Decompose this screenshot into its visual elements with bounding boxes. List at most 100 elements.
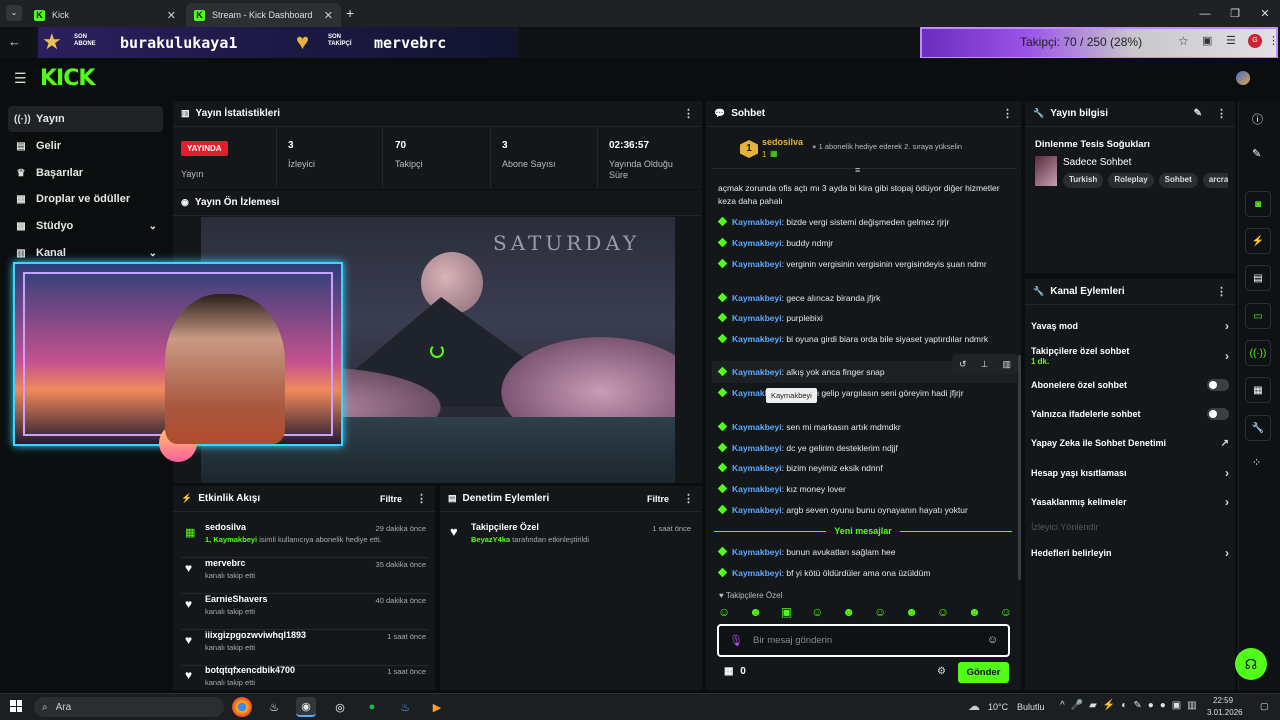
chat-username[interactable]: Kaymakbeyi [732, 484, 782, 494]
filter-button[interactable]: Filtre [380, 494, 402, 504]
sidebar-item-droplar[interactable]: ▦ Droplar ve ödüller [8, 186, 163, 212]
chat-scrollbar[interactable] [1018, 355, 1021, 580]
chat-input-box[interactable]: 🎙 Bir mesaj gönderin ☺ [717, 624, 1010, 657]
extension-icon[interactable]: ▣ [1202, 34, 1212, 47]
chat-username[interactable]: Kaymakbeyi [732, 463, 782, 473]
sidebar-item-gelir[interactable]: ▤ Gelir [8, 133, 163, 159]
chat-username[interactable]: Kaymakbeyi [732, 217, 782, 227]
action-banned-words[interactable]: Yasaklanmış kelimeler › [1031, 492, 1229, 512]
action-set-goals[interactable]: Hedefleri belirleyin › [1031, 543, 1229, 563]
rail-document-icon[interactable]: ▤ [1245, 265, 1271, 291]
sidebar-item-yayin[interactable]: ((·)) Yayın [8, 106, 163, 132]
tag-chip[interactable]: arcra [1202, 173, 1228, 188]
emote-icon[interactable]: ☻ [749, 605, 762, 621]
clock-date[interactable]: 3.01.2026 [1207, 708, 1243, 717]
chat-username[interactable]: Kaymakbeyi [732, 568, 782, 578]
undo-icon[interactable]: ↺ [959, 359, 967, 370]
chat-username[interactable]: Kaymakbeyi [732, 293, 782, 303]
activity-sub-user[interactable]: 1, Kaymakbeyi [205, 535, 257, 544]
action-slow-mode[interactable]: Yavaş mod › [1031, 316, 1229, 336]
tag-chip[interactable]: Sohbet [1158, 173, 1198, 188]
more-menu-icon[interactable]: ⋮ [416, 492, 427, 505]
chat-username[interactable]: Kaymakbeyi [732, 334, 782, 344]
chat-username[interactable]: Kaymakbeyi [732, 367, 782, 377]
emote-icon[interactable]: ☺ [811, 605, 823, 621]
tab-dashboard[interactable]: K Stream - Kick Dashboard ✕ [186, 3, 341, 27]
chat-settings-icon[interactable]: ⚙ [937, 666, 946, 677]
emote-icon[interactable]: ☺ [874, 605, 886, 621]
steam2-icon[interactable]: ♨ [395, 697, 415, 717]
subs-only-toggle[interactable] [1207, 379, 1229, 391]
rail-apps-icon[interactable]: ⁘ [1252, 456, 1261, 469]
chat-username[interactable]: Kaymakbeyi [732, 443, 782, 453]
menu-icon[interactable]: ☰ [14, 70, 27, 87]
edit-icon[interactable]: ✎ [1194, 108, 1202, 119]
moderation-user[interactable]: BeyazY4ka [471, 535, 510, 544]
minimize-button[interactable]: — [1190, 4, 1220, 24]
windows-start-icon[interactable] [10, 700, 22, 712]
chat-username[interactable]: Kaymakbeyi [732, 422, 782, 432]
steam-icon[interactable]: ♨ [264, 697, 284, 717]
more-menu-icon[interactable]: ⋮ [683, 107, 694, 120]
rail-broadcast-icon[interactable]: ((·)) [1245, 340, 1271, 366]
emote-icon[interactable]: ▣ [781, 605, 792, 621]
more-menu-icon[interactable]: ⋮ [1002, 107, 1013, 120]
chat-username[interactable]: Kaymakbeyi [732, 259, 782, 269]
pin-icon[interactable]: ⊥ [981, 359, 989, 370]
emote-icon[interactable]: ☻ [968, 605, 981, 621]
app-icon[interactable]: ▶ [427, 697, 447, 717]
tag-chip[interactable]: Roleplay [1108, 173, 1154, 188]
new-tab-button[interactable]: + [346, 5, 354, 21]
emote-icon[interactable]: ☺ [1000, 605, 1012, 621]
support-chat-icon[interactable]: ☊ [1235, 648, 1267, 680]
obs-icon[interactable]: ◎ [330, 697, 350, 717]
action-emotes-only[interactable]: Yalnızca ifadelerle sohbet [1031, 404, 1229, 424]
clock-time[interactable]: 22:59 [1213, 696, 1233, 705]
close-icon[interactable]: ✕ [167, 9, 176, 22]
rail-camera-icon[interactable]: ◙ [1245, 191, 1271, 217]
pencil-icon[interactable]: ✎ [1252, 147, 1261, 160]
action-ai-moderation[interactable]: Yapay Zeka ile Sohbet Denetimi ↗ [1031, 433, 1229, 453]
more-menu-icon[interactable]: ⋮ [683, 492, 694, 505]
notifications-icon[interactable]: ▢ [1260, 701, 1269, 712]
emote-icon[interactable]: ☻ [842, 605, 855, 621]
pinned-user[interactable]: sedosilva [762, 137, 803, 147]
emote-icon[interactable]: ☺ [718, 605, 730, 621]
spotify-icon[interactable]: ● [362, 697, 382, 717]
taskbar-search[interactable]: ⌕ Ara [34, 697, 224, 717]
tray-icons[interactable]: ^🎤▰⚡◐✎●●▣▥ [1060, 700, 1203, 711]
send-button[interactable]: Gönder [958, 662, 1009, 683]
rail-layout-icon[interactable]: ▦ [1245, 377, 1271, 403]
points-display[interactable]: ▦ 0 [724, 666, 746, 677]
chat-username[interactable]: Kaymakbeyi [732, 505, 782, 515]
chat-username[interactable]: Kaymakbeyi [732, 547, 782, 557]
microphone-icon[interactable]: 🎙 [729, 634, 743, 647]
action-subs-only[interactable]: Abonelere özel sohbet [1031, 375, 1229, 395]
action-followers-only[interactable]: Takipçilere özel sohbet 1 dk. › [1031, 344, 1229, 368]
maximize-button[interactable]: ❐ [1220, 4, 1250, 24]
close-window-button[interactable]: ✕ [1250, 4, 1280, 24]
profile-icon[interactable]: G [1248, 34, 1262, 48]
weather-temp[interactable]: 10°C [988, 702, 1008, 712]
playlist-icon[interactable]: ☰ [1226, 34, 1236, 47]
kick-logo[interactable]: KICK [40, 66, 95, 91]
user-avatar[interactable] [1236, 71, 1250, 85]
chrome-icon[interactable] [232, 697, 252, 717]
action-account-age[interactable]: Hesap yaşı kısıtlaması › [1031, 463, 1229, 483]
emotes-only-toggle[interactable] [1207, 408, 1229, 420]
star-outline-icon[interactable]: ☆ [1178, 34, 1189, 48]
filter-button[interactable]: Filtre [647, 494, 669, 504]
more-menu-icon[interactable]: ⋮ [1216, 285, 1227, 298]
category-thumbnail[interactable] [1035, 156, 1057, 186]
more-menu-icon[interactable]: ⋮ [1268, 34, 1279, 47]
emoji-icon[interactable]: ☺ [987, 634, 998, 646]
rail-chat-icon[interactable]: ▭ [1245, 303, 1271, 329]
rail-wrench-icon[interactable]: 🔧 [1245, 415, 1271, 441]
emote-icon[interactable]: ☻ [905, 605, 918, 621]
sidebar-item-studyo[interactable]: ▩ Stüdyo ⌄ [8, 213, 163, 239]
info-icon[interactable]: ⓘ [1252, 111, 1263, 127]
pinned-expand-icon[interactable]: ≡ [855, 165, 860, 175]
trash-icon[interactable]: ▥ [1002, 359, 1011, 370]
category-name[interactable]: Sadece Sohbet [1063, 157, 1131, 168]
chrome-active-icon[interactable]: ◉ [296, 697, 316, 717]
